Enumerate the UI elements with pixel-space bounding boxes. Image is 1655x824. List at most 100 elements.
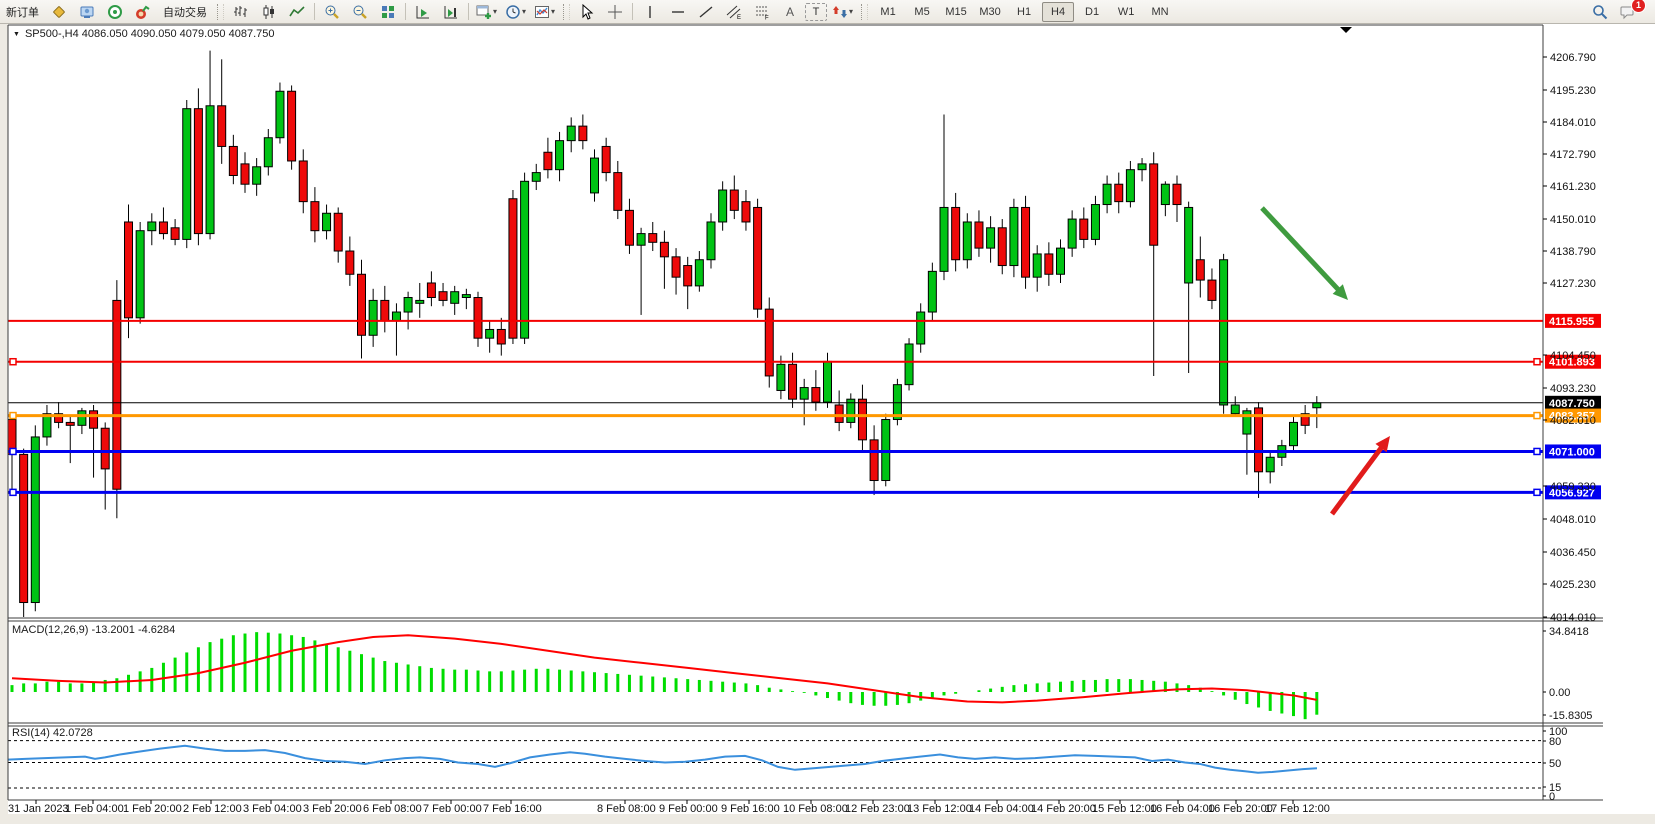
text-tool-icon[interactable]: A: [777, 1, 803, 23]
templates-icon[interactable]: ▾: [531, 1, 558, 23]
hline-handle[interactable]: [1534, 448, 1540, 454]
candle-body: [78, 411, 86, 426]
candle-body: [392, 312, 400, 321]
candle-body: [1196, 260, 1204, 280]
macd-indicator-label: MACD(12,26,9) -13.2001 -4.6284: [12, 624, 175, 636]
hline-handle[interactable]: [1534, 489, 1540, 495]
candle-body: [963, 222, 971, 260]
rsi-axis-label: 0: [1549, 791, 1555, 803]
timeframe-M15[interactable]: M15: [940, 2, 972, 22]
time-axis-label: 6 Feb 08:00: [363, 803, 422, 815]
candle-body: [940, 207, 948, 271]
auto-scroll-icon[interactable]: [410, 1, 436, 23]
horizontal-line-tool-icon[interactable]: [665, 1, 691, 23]
price-axis-label: 4082.010: [1550, 415, 1596, 427]
candle-body: [1255, 408, 1263, 472]
candle-body: [567, 126, 575, 141]
timeframe-W1[interactable]: W1: [1110, 2, 1142, 22]
candle-body: [928, 271, 936, 312]
bar-chart-type-icon[interactable]: [228, 1, 254, 23]
candle-body: [719, 190, 727, 222]
candle-body: [334, 213, 342, 251]
new-order-button[interactable]: 新订单: [1, 1, 44, 23]
toolbar-grip: [217, 4, 224, 20]
period-clock-icon[interactable]: ▾: [502, 1, 529, 23]
candle-body: [1126, 170, 1134, 202]
equidistant-channel-tool-icon[interactable]: E: [721, 1, 747, 23]
cursor-icon[interactable]: [574, 1, 600, 23]
candle-body: [1057, 248, 1065, 274]
price-axis-label: 4093.230: [1550, 383, 1596, 395]
price-axis-label: 4161.230: [1550, 181, 1596, 193]
macd-axis-label: 34.8418: [1549, 626, 1589, 638]
timeframe-H4[interactable]: H4: [1042, 2, 1074, 22]
vertical-line-tool-icon[interactable]: [637, 1, 663, 23]
candle-body: [1033, 254, 1041, 277]
crosshair-icon[interactable]: [602, 1, 628, 23]
text-label-tool-icon[interactable]: T: [805, 3, 827, 21]
candle-body: [870, 440, 878, 481]
candle-body: [1150, 164, 1158, 245]
tile-windows-icon[interactable]: [375, 1, 401, 23]
hline-handle[interactable]: [10, 413, 16, 419]
search-icon[interactable]: [1587, 1, 1613, 23]
candle-body: [241, 164, 249, 184]
candle-body: [695, 260, 703, 286]
macd-axis-label: -15.8305: [1549, 710, 1592, 722]
auto-trading-icon[interactable]: [130, 1, 156, 23]
arrow-objects-icon[interactable]: ▾: [829, 1, 856, 23]
candle-body: [544, 152, 552, 169]
candlestick-chart-type-icon[interactable]: [256, 1, 282, 23]
candle-body: [381, 300, 389, 320]
timeframe-MN[interactable]: MN: [1144, 2, 1176, 22]
macd-panel-plot[interactable]: [8, 621, 1543, 723]
timeframe-D1[interactable]: D1: [1076, 2, 1108, 22]
timeframe-H1[interactable]: H1: [1008, 2, 1040, 22]
candle-body: [299, 161, 307, 202]
chevron-down-icon: ▾: [522, 7, 526, 16]
hline-handle[interactable]: [1534, 413, 1540, 419]
svg-text:F: F: [765, 15, 769, 20]
time-axis-label: 15 Feb 12:00: [1092, 803, 1157, 815]
chart-title-text: SP500-,H4 4086.050 4090.050 4079.050 408…: [25, 28, 275, 40]
time-axis-label: 1 Feb 04:00: [65, 803, 124, 815]
candle-body: [789, 364, 797, 399]
main-toolbar: 新订单 自动交易 ▾ ▾ ▾: [0, 0, 1655, 24]
hline-handle[interactable]: [10, 359, 16, 365]
hline-handle[interactable]: [10, 489, 16, 495]
chart-shift-icon[interactable]: [438, 1, 464, 23]
timeframe-M30[interactable]: M30: [974, 2, 1006, 22]
line-chart-type-icon[interactable]: [284, 1, 310, 23]
signal-icon[interactable]: [102, 1, 128, 23]
price-axis-label: 4184.010: [1550, 117, 1596, 129]
trendline-tool-icon[interactable]: [693, 1, 719, 23]
candle-body: [660, 242, 668, 257]
zoom-out-icon[interactable]: [347, 1, 373, 23]
timeframe-group: M1M5M15M30H1H4D1W1MN: [871, 2, 1177, 22]
timeframe-M5[interactable]: M5: [906, 2, 938, 22]
time-axis-label: 10 Feb 08:00: [783, 803, 848, 815]
candle-body: [43, 414, 51, 437]
candle-body: [777, 364, 785, 390]
new-chart-icon[interactable]: ▾: [473, 1, 500, 23]
accounts-icon[interactable]: [74, 1, 100, 23]
candle-body: [1185, 207, 1193, 283]
candle-body: [427, 283, 435, 298]
toolbar-separator: [632, 3, 633, 20]
notifications-icon[interactable]: 1: [1615, 1, 1641, 23]
price-line-badge-label: 4071.000: [1549, 446, 1595, 458]
candle-body: [125, 222, 133, 318]
candle-body: [509, 199, 517, 338]
candle-body: [253, 167, 261, 184]
hline-handle[interactable]: [10, 448, 16, 454]
auto-trading-button[interactable]: 自动交易: [158, 1, 212, 23]
fibonacci-tool-icon[interactable]: F: [749, 1, 775, 23]
hline-handle[interactable]: [1534, 359, 1540, 365]
price-axis-label: 4138.790: [1550, 246, 1596, 258]
candle-body: [20, 454, 28, 602]
timeframe-M1[interactable]: M1: [872, 2, 904, 22]
order-ticket-icon[interactable]: [46, 1, 72, 23]
zoom-in-icon[interactable]: [319, 1, 345, 23]
candle-body: [1313, 403, 1321, 408]
toolbar-separator: [468, 3, 469, 20]
